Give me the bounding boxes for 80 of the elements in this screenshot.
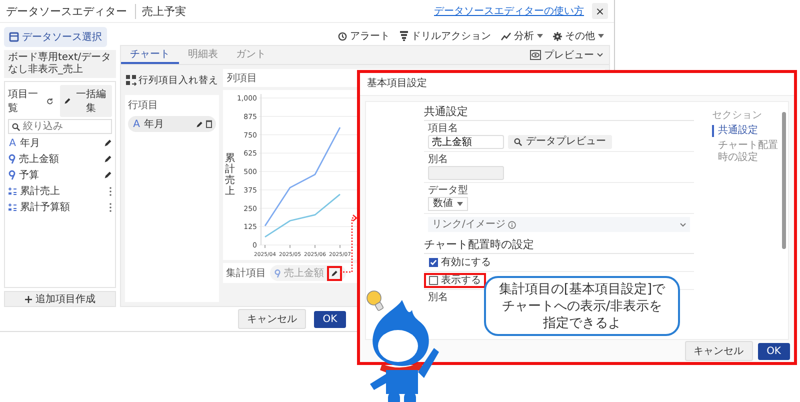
datasource-button[interactable]: データソース選択 — [4, 27, 107, 47]
field-list-item[interactable]: 予算 — [8, 168, 112, 182]
checkbox[interactable] — [429, 276, 438, 285]
ok-button[interactable]: OK — [314, 310, 346, 328]
field-label: 別名 — [428, 154, 449, 165]
expander-label: リンク/イメージ — [432, 219, 506, 230]
datasource-name: ボード専用text/データなし非表示_売上 — [4, 50, 116, 78]
trend-icon — [501, 32, 511, 40]
checkbox[interactable] — [429, 258, 438, 267]
add-field-button[interactable]: 追加項目作成 — [4, 291, 116, 307]
nav-title: セクション — [712, 109, 763, 122]
bulk-edit-button[interactable]: 一括編集 — [60, 85, 112, 117]
toolbar-button[interactable]: ドリルアクション — [400, 29, 491, 43]
row-items-label: 行項目 — [128, 99, 159, 112]
settings-icon — [553, 32, 562, 40]
field-label: データ型 — [428, 185, 469, 196]
kebab-menu-icon[interactable] — [109, 186, 112, 196]
lightbulb-icon — [366, 290, 384, 312]
toolbar-button[interactable]: その他 — [553, 29, 604, 43]
toolbar-button[interactable]: 分析 — [501, 29, 543, 43]
plus-icon — [24, 296, 32, 302]
type-letter: A — [132, 118, 141, 130]
search-icon — [12, 122, 20, 130]
ok-button[interactable]: OK — [758, 342, 790, 360]
data-preview-button[interactable]: データプレビュー — [508, 135, 612, 149]
section-heading: 共通設定 — [424, 102, 694, 121]
section-heading: チャート配置時の設定 — [424, 235, 694, 254]
kebab-menu-icon[interactable] — [109, 202, 112, 212]
list-title: 項目一覧 — [8, 88, 39, 115]
swap-icon — [126, 74, 136, 86]
cancel-button[interactable]: キャンセル — [238, 309, 306, 329]
field-label: 別名 — [427, 291, 449, 305]
field-label: 項目名 — [428, 123, 459, 134]
pencil-icon[interactable] — [196, 120, 203, 128]
aggregate-items-label: 集計項目 — [226, 266, 266, 280]
window-title: データソースエディター — [6, 4, 127, 18]
caret-icon — [457, 202, 463, 206]
pin-icon — [8, 154, 16, 164]
swap-axes-button[interactable]: 行列項目入れ替え — [125, 69, 219, 91]
refresh-icon[interactable] — [46, 96, 54, 106]
table-icon — [9, 32, 19, 42]
dialog-title: 基本項目設定 — [360, 73, 794, 96]
data-type-select[interactable]: 数値 — [428, 197, 468, 211]
column-items-label: 列項目 — [227, 73, 257, 84]
preview-button[interactable]: プレビュー — [530, 48, 603, 62]
chevron-down-icon — [680, 222, 686, 226]
close-button[interactable]: × — [592, 3, 608, 19]
pencil-icon — [64, 97, 71, 105]
pin-icon — [8, 170, 16, 180]
toolbar-button[interactable]: アラート — [338, 29, 390, 43]
help-link[interactable]: データソースエディターの使い方 — [434, 4, 584, 18]
trash-icon[interactable] — [206, 120, 212, 128]
calculator-icon — [8, 202, 17, 212]
speech-bubble: 集計項目の[基本項目設定]で チャートへの表示/非表示を 指定できるよ — [484, 276, 680, 336]
chevron-down-icon — [597, 53, 603, 57]
search-icon — [514, 138, 522, 146]
checkbox-option[interactable]: 有効にする — [424, 255, 496, 270]
field-list-item[interactable]: 累計予算額 — [8, 200, 112, 214]
y-axis-title: 累計売上 — [225, 153, 235, 197]
alias-field[interactable] — [428, 166, 504, 180]
checkbox-option[interactable]: 表示する — [424, 273, 486, 288]
type-letter: A — [8, 138, 17, 148]
tab[interactable]: チャート — [121, 46, 179, 64]
field-list-item[interactable]: A 年月 — [8, 136, 112, 150]
window-subtitle: 売上予実 — [135, 4, 186, 18]
eye-icon — [530, 50, 541, 60]
name-field[interactable]: 売上金額 — [428, 135, 504, 149]
calculator-icon — [8, 186, 17, 196]
field-list-item[interactable]: 売上金額 — [8, 152, 112, 166]
clock-icon — [338, 32, 347, 40]
section-nav-link[interactable]: チャート配置時の設定 — [712, 140, 784, 164]
link-image-expander[interactable]: リンク/イメージ — [428, 217, 690, 232]
cancel-button[interactable]: キャンセル — [684, 341, 753, 361]
info-icon — [508, 220, 516, 228]
funnel-icon — [400, 31, 408, 41]
field-list-item[interactable]: 累計売上 — [8, 184, 112, 198]
edit-button[interactable] — [327, 266, 342, 280]
pencil-icon — [331, 270, 338, 276]
pin-icon — [274, 268, 281, 278]
field-chip[interactable]: A 年月 — [128, 116, 216, 132]
